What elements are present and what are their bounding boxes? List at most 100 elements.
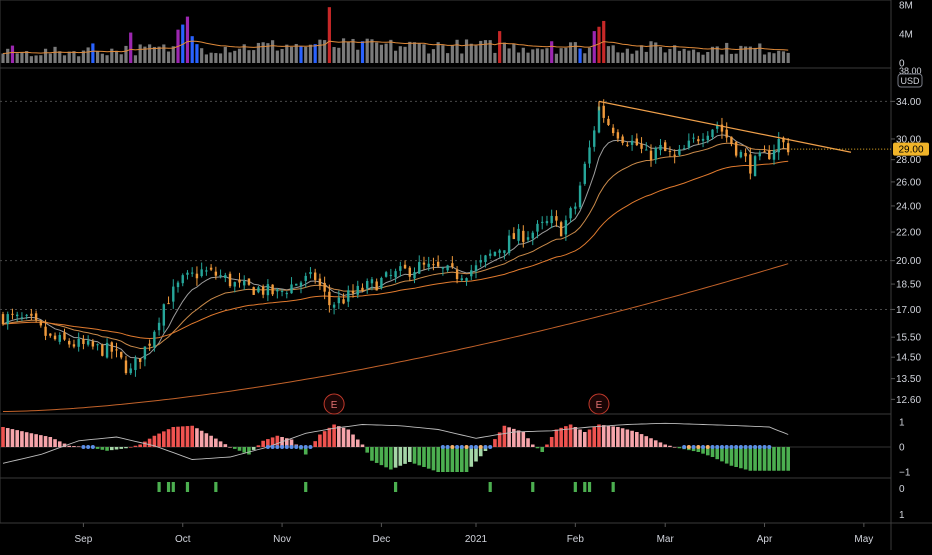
oscillator-histogram-bar [247, 447, 251, 455]
candle-body [512, 233, 516, 240]
oscillator-histogram-bar [734, 447, 738, 467]
volume-bar [762, 54, 767, 63]
volume-bar [587, 47, 592, 63]
candle-body [110, 342, 113, 352]
signal-bar [157, 482, 161, 492]
volume-tick-label: 8M [899, 1, 913, 12]
candle-body [569, 208, 572, 219]
candle-body [101, 344, 104, 356]
volume-bar [152, 46, 156, 63]
oscillator-histogram-bar [460, 447, 464, 472]
oscillator-histogram-bar [204, 433, 209, 447]
candle-body [668, 150, 672, 152]
squeeze-dot [753, 445, 758, 449]
candle-body [432, 264, 435, 266]
candle-body [120, 351, 123, 358]
volume-bar [621, 52, 625, 63]
volume-bar [512, 43, 516, 63]
candle-body [366, 280, 369, 289]
volume-bar [105, 55, 109, 63]
candle-body [503, 250, 506, 254]
oscillator-histogram-bar [232, 447, 237, 449]
oscillator-histogram-bar [67, 445, 72, 447]
oscillator-histogram-bar [5, 428, 10, 447]
candle-body [205, 270, 208, 272]
oscillator-histogram-bar [592, 427, 597, 447]
squeeze-dot [748, 445, 753, 449]
candle-body [422, 262, 426, 265]
candle-body [58, 334, 61, 342]
candle-body [394, 271, 397, 278]
candle-body [134, 358, 137, 371]
volume-bar [318, 39, 322, 63]
oscillator-histogram-bar [180, 426, 185, 447]
volume-bar [256, 42, 261, 63]
candle-body [413, 272, 416, 279]
candle-body [214, 271, 218, 276]
oscillator-histogram-bar [455, 447, 459, 472]
candle-body [77, 338, 80, 347]
candle-body [753, 156, 757, 177]
signal-bar [488, 482, 492, 492]
signal-bar [214, 482, 218, 492]
oscillator-histogram-bar [611, 426, 615, 447]
squeeze-dot [701, 445, 706, 449]
oscillator-histogram-bar [630, 430, 634, 447]
candle-body [507, 235, 511, 254]
signal-bar [304, 482, 308, 492]
oscillator-histogram-bar [753, 447, 757, 471]
squeeze-dot [294, 445, 299, 449]
oscillator-histogram-bar [772, 447, 776, 471]
oscillator-histogram-bar [105, 447, 109, 451]
oscillator-histogram-bar [76, 446, 81, 447]
volume-bar [91, 43, 95, 63]
price-tick-label: 34.00 [896, 97, 921, 108]
candle-body [408, 267, 411, 277]
oscillator-histogram-bar [606, 425, 611, 447]
oscillator-histogram-bar [677, 447, 682, 449]
volume-bar [464, 39, 469, 63]
candle-body [153, 331, 156, 348]
oscillator-histogram-bar [166, 429, 171, 447]
candle-body [555, 216, 558, 221]
volume-bar [507, 48, 511, 63]
volume-bar [474, 45, 478, 63]
candle-body [777, 138, 780, 153]
candle-body [550, 215, 553, 224]
price-tick-label: 20.00 [896, 256, 921, 267]
volume-bar [100, 53, 104, 63]
squeeze-dot [738, 445, 743, 449]
volume-bar [195, 44, 199, 63]
oscillator-histogram-bar [407, 447, 412, 462]
squeeze-dot [705, 445, 710, 449]
volume-bar [767, 52, 771, 63]
volume-bar [677, 50, 681, 63]
volume-bar [34, 55, 38, 63]
candle-body [559, 222, 563, 237]
squeeze-dot [724, 445, 729, 449]
candle-body [285, 293, 288, 295]
oscillator-histogram-bar [521, 432, 526, 447]
oscillator-histogram-bar [171, 427, 176, 447]
price-tick-label: 28.00 [896, 155, 921, 166]
volume-bar [412, 42, 417, 63]
candle-body [597, 106, 601, 133]
candle-body [649, 150, 653, 161]
candle-body [611, 127, 615, 134]
volume-bar [535, 48, 540, 63]
chart-canvas[interactable]: E E 12.60 13.50 14.50 15.50 17.00 18.50 20.00 22… [0, 0, 932, 550]
squeeze-dot [303, 445, 308, 449]
time-tick-label: Nov [273, 534, 291, 545]
volume-bar [777, 50, 781, 63]
last-price-tag: 29.00 [893, 142, 929, 156]
oscillator-histogram-bar [195, 428, 199, 447]
oscillator-histogram-bar [422, 447, 426, 467]
currency-badge[interactable]: USD [897, 73, 923, 88]
volume-bar [545, 48, 549, 63]
volume-bar [327, 7, 331, 64]
candle-body [247, 278, 251, 285]
volume-bar [204, 54, 208, 63]
squeeze-dot [691, 445, 696, 449]
oscillator-histogram-bar [322, 431, 327, 447]
oscillator-histogram-bar [493, 439, 497, 447]
